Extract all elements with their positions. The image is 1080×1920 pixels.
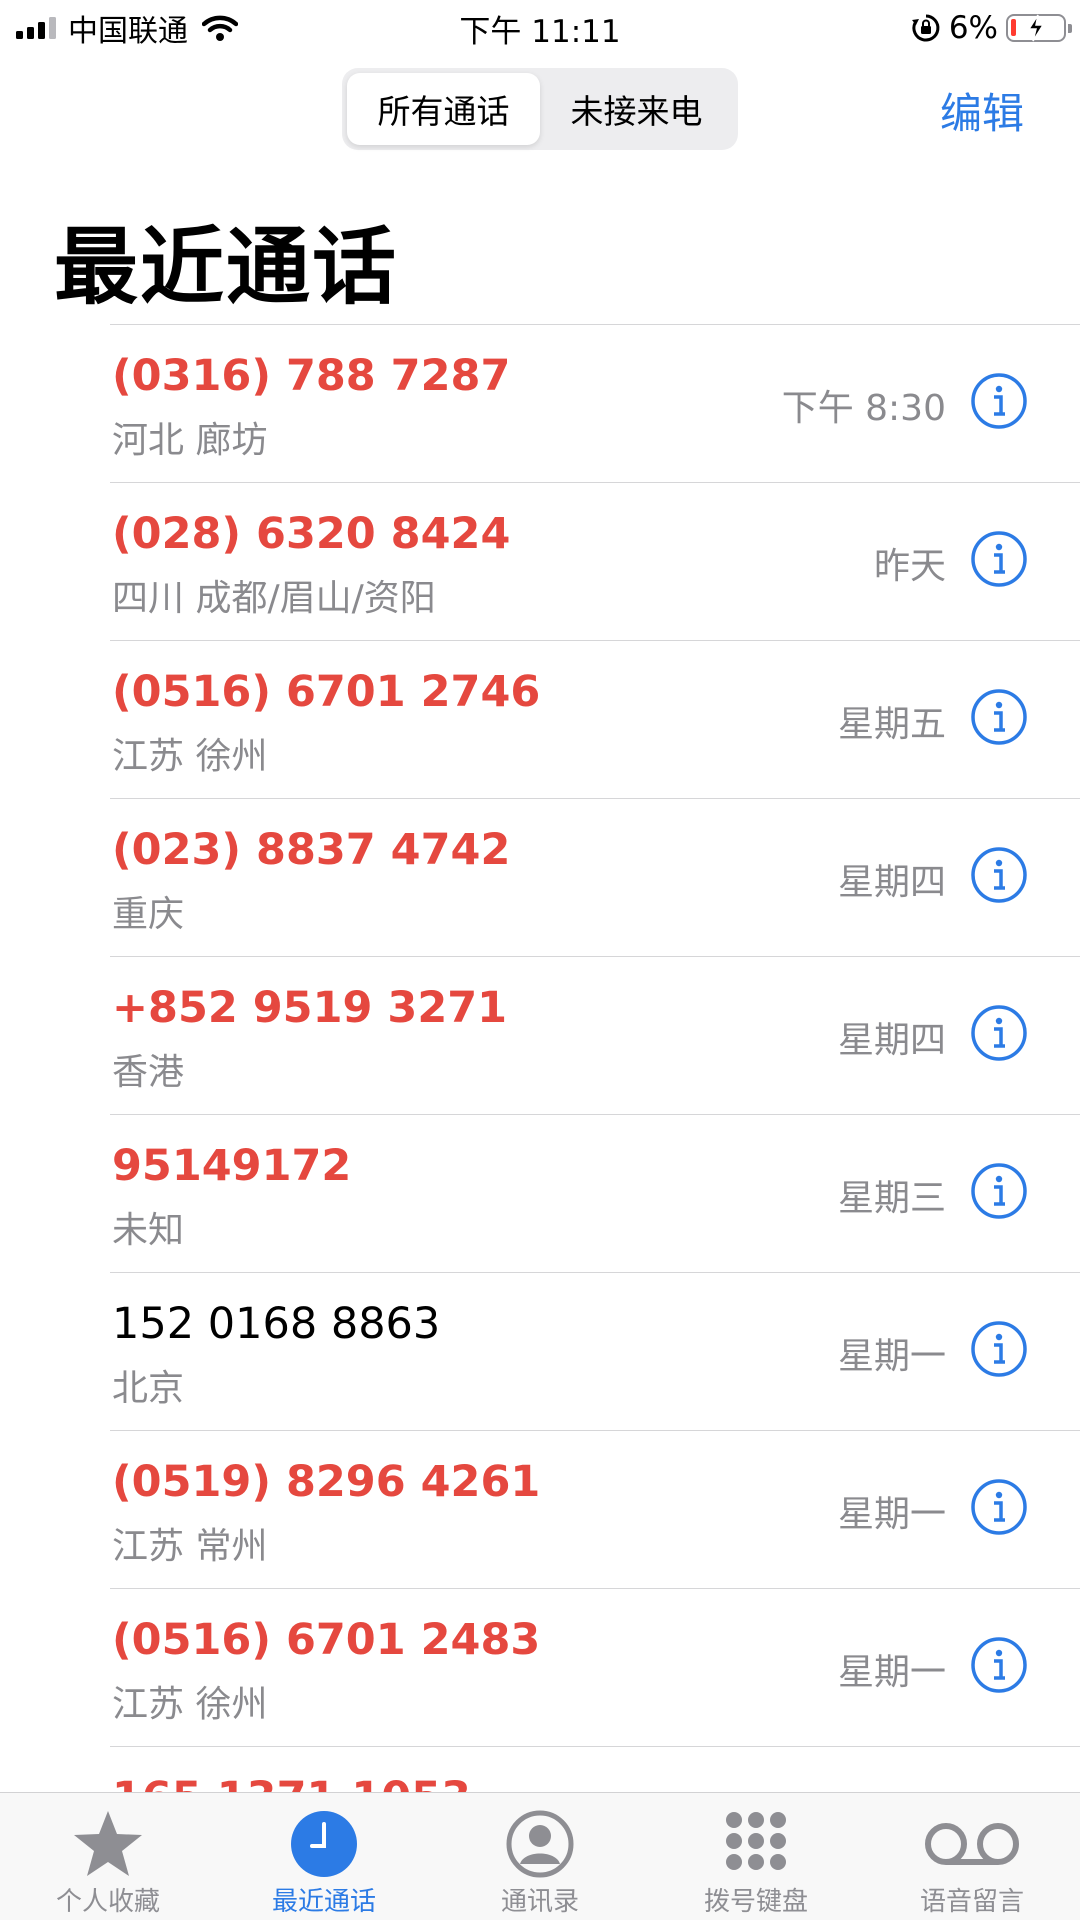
call-location: 四川 成都/眉山/资阳: [112, 578, 436, 619]
call-location: 江苏 徐州: [112, 736, 268, 777]
tab-favorites[interactable]: 个人收藏: [0, 1793, 216, 1920]
tab-label: 通讯录: [500, 1887, 579, 1917]
call-number: +852 9519 3271: [112, 983, 508, 1033]
segment-missed-calls[interactable]: 未接来电: [540, 73, 733, 145]
info-icon[interactable]: [970, 846, 1028, 904]
orientation-lock-icon: [911, 14, 940, 42]
contacts-icon: [506, 1810, 574, 1878]
battery-percent: 6%: [948, 10, 998, 46]
call-time: 星期四: [837, 862, 946, 903]
call-time: 星期一: [837, 1336, 946, 1377]
info-icon[interactable]: [970, 530, 1028, 588]
call-filter-segmented-control: 所有通话 未接来电: [342, 68, 738, 150]
call-number: (0316) 788 7287: [112, 351, 511, 401]
call-time: 下午 8:30: [781, 388, 946, 429]
call-time: 星期一: [837, 1494, 946, 1535]
info-icon[interactable]: [970, 372, 1028, 430]
info-icon[interactable]: [970, 1004, 1028, 1062]
call-row[interactable]: (0516) 6701 2746 江苏 徐州 星期五: [110, 640, 1080, 798]
battery-icon: [1006, 14, 1072, 42]
call-row[interactable]: (028) 6320 8424 四川 成都/眉山/资阳 昨天: [110, 482, 1080, 640]
tab-label: 个人收藏: [55, 1887, 160, 1917]
call-number: (0516) 6701 2746: [112, 667, 541, 717]
call-row[interactable]: (023) 8837 4742 重庆 星期四: [110, 798, 1080, 956]
segment-all-calls[interactable]: 所有通话: [347, 73, 540, 145]
phone-screen: 中国联通 下午 11:11 6% 所有通话 未接来电 编辑 最近通话 (0316…: [0, 0, 1080, 1920]
tab-voicemail[interactable]: 语音留言: [864, 1793, 1080, 1920]
call-time: 星期三: [837, 1178, 946, 1219]
battery-level: [1011, 19, 1016, 36]
info-icon[interactable]: [970, 1162, 1028, 1220]
voicemail-icon: [925, 1823, 1019, 1865]
star-icon: [74, 1811, 142, 1876]
call-location: 江苏 常州: [112, 1526, 268, 1567]
info-icon[interactable]: [970, 1478, 1028, 1536]
clock-icon: [291, 1811, 357, 1877]
call-location: 北京: [112, 1368, 185, 1409]
call-number: (0519) 8296 4261: [112, 1457, 541, 1507]
keypad-icon: [726, 1812, 786, 1870]
call-number: 95149172: [112, 1141, 352, 1191]
call-location: 香港: [112, 1052, 185, 1093]
charging-bolt-icon: [1027, 14, 1045, 42]
call-row[interactable]: (0516) 6701 2483 江苏 徐州 星期一: [110, 1588, 1080, 1746]
edit-button[interactable]: 编辑: [940, 80, 1024, 141]
tab-label: 拨号键盘: [703, 1887, 808, 1917]
call-location: 河北 廊坊: [112, 420, 268, 461]
call-row[interactable]: (0519) 8296 4261 江苏 常州 星期一: [110, 1430, 1080, 1588]
call-time: 星期四: [837, 1020, 946, 1061]
call-time: 昨天: [873, 546, 946, 587]
info-icon[interactable]: [970, 1320, 1028, 1378]
call-location: 重庆: [112, 894, 185, 935]
call-number: (028) 6320 8424: [112, 509, 511, 559]
info-icon[interactable]: [970, 1636, 1028, 1694]
status-bar: 中国联通 下午 11:11 6%: [0, 0, 1080, 56]
tab-contacts[interactable]: 通讯录: [432, 1793, 648, 1920]
call-number: (023) 8837 4742: [112, 825, 511, 875]
tab-bar: 个人收藏 最近通话 通讯录 拨号键盘 语音留言: [0, 1792, 1080, 1920]
page-title: 最近通话: [54, 218, 399, 316]
info-icon[interactable]: [970, 688, 1028, 746]
call-time: 星期五: [837, 704, 946, 745]
call-row[interactable]: +852 9519 3271 香港 星期四: [110, 956, 1080, 1114]
tab-label: 最近通话: [271, 1887, 376, 1917]
tab-label: 语音留言: [919, 1887, 1024, 1917]
call-number: (0516) 6701 2483: [112, 1615, 541, 1665]
tab-keypad[interactable]: 拨号键盘: [648, 1793, 864, 1920]
call-number: 152 0168 8863: [112, 1299, 441, 1349]
call-row[interactable]: 152 0168 8863 北京 星期一: [110, 1272, 1080, 1430]
tab-recents[interactable]: 最近通话: [216, 1793, 432, 1920]
status-right: 6%: [911, 8, 1072, 48]
recent-calls-list: (0316) 788 7287 河北 廊坊 下午 8:30 (028) 6320 84…: [0, 324, 1080, 1846]
call-location: 江苏 徐州: [112, 1684, 268, 1725]
call-row[interactable]: (0316) 788 7287 河北 廊坊 下午 8:30: [110, 324, 1080, 482]
call-location: 未知: [112, 1210, 185, 1251]
call-time: 星期一: [837, 1652, 946, 1693]
call-row[interactable]: 95149172 未知 星期三: [110, 1114, 1080, 1272]
